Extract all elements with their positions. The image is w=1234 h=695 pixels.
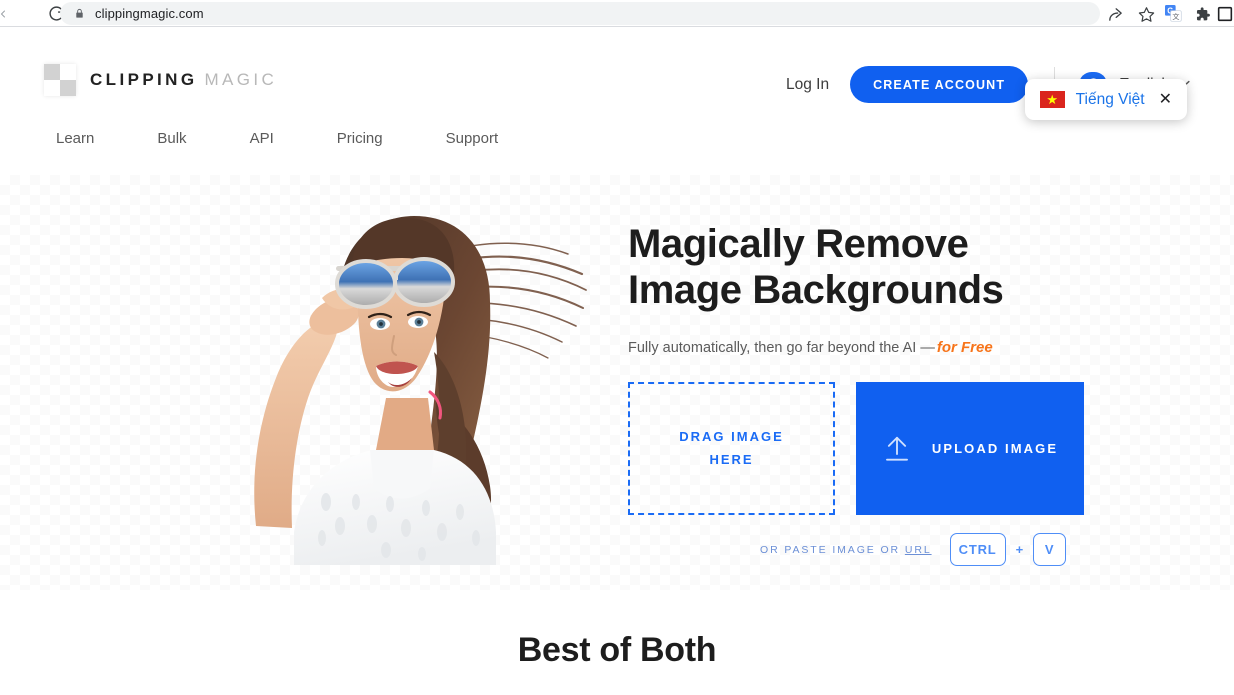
language-suggestion-popup: ★ Tiếng Việt ✕ (1024, 79, 1187, 120)
paste-instruction-row: OR PASTE IMAGE OR URL CTRL + V (760, 533, 1067, 566)
key-plus-separator: + (1015, 542, 1024, 557)
nav-item-bulk[interactable]: Bulk (141, 124, 202, 153)
hero-photo (254, 216, 587, 565)
log-in-link[interactable]: Log In (786, 76, 829, 94)
dropzone-label: DRAG IMAGE HERE (679, 428, 784, 467)
upload-image-button[interactable]: UPLOAD IMAGE (856, 382, 1084, 515)
google-translate-icon[interactable]: G 文 (1165, 5, 1182, 22)
upload-button-label: UPLOAD IMAGE (931, 441, 1059, 456)
url-text: clippingmagic.com (95, 6, 204, 21)
upload-arrow-icon (885, 436, 908, 461)
hero-subtitle-accent: for Free (936, 339, 993, 357)
checkerboard-logo-icon (44, 64, 76, 96)
hero-copy: Magically Remove Image Backgrounds Fully… (628, 222, 1098, 356)
back-arrow-glyph (1, 10, 5, 17)
key-ctrl[interactable]: CTRL (949, 533, 1006, 566)
logo-secondary-text: MAGIC (204, 70, 278, 89)
page-title: Magically Remove Image Backgrounds (628, 222, 1004, 312)
svg-text:文: 文 (1172, 12, 1179, 21)
url-bar[interactable]: clippingmagic.com (60, 2, 1100, 25)
nav-item-api[interactable]: API (234, 124, 290, 153)
puzzle-glyph (1196, 6, 1210, 20)
sidebar-panel-icon[interactable] (1215, 4, 1234, 24)
translate-glyph: G 文 (1165, 5, 1182, 22)
cta-row: DRAG IMAGE HERE UPLOAD IMAGE (628, 382, 1084, 515)
vietnam-flag-icon: ★ (1039, 91, 1065, 108)
popup-language-link[interactable]: Tiếng Việt (1076, 91, 1145, 109)
lock-icon (76, 8, 83, 18)
paste-instruction-text: OR PASTE IMAGE OR URL (760, 544, 932, 556)
drag-image-dropzone[interactable]: DRAG IMAGE HERE (628, 382, 835, 515)
main-nav: Learn Bulk API Pricing Support (40, 124, 545, 153)
sidebar-glyph (1217, 6, 1233, 22)
best-of-both-section: Best of Both (0, 590, 1234, 695)
flag-star-glyph: ★ (1046, 92, 1058, 107)
logo-primary-text: CLIPPING (90, 70, 198, 89)
star-glyph (1138, 6, 1154, 22)
bookmark-star-icon[interactable] (1136, 4, 1156, 24)
nav-item-pricing[interactable]: Pricing (321, 124, 399, 153)
close-icon[interactable]: ✕ (1159, 91, 1172, 108)
paste-text-plain: OR PASTE IMAGE OR (760, 543, 905, 556)
create-account-button[interactable]: CREATE ACCOUNT (850, 66, 1029, 103)
hero-subtitle-text: Fully automatically, then go far beyond … (628, 340, 935, 357)
browser-chrome: clippingmagic.com G 文 (0, 0, 1234, 27)
back-arrow-icon[interactable] (0, 0, 10, 27)
site-logo[interactable]: CLIPPING MAGIC (44, 64, 277, 96)
paste-url-link[interactable]: URL (905, 544, 932, 556)
logo-wordmark: CLIPPING MAGIC (90, 70, 277, 90)
hero-subtitle: Fully automatically, then go far beyond … (628, 339, 1098, 356)
key-v[interactable]: V (1033, 533, 1067, 566)
section-heading: Best of Both (517, 631, 717, 669)
share-glyph (1108, 7, 1122, 21)
hero-section: Magically Remove Image Backgrounds Fully… (0, 175, 1234, 590)
nav-item-support[interactable]: Support (430, 124, 515, 153)
nav-item-learn[interactable]: Learn (40, 124, 110, 153)
share-icon[interactable] (1105, 4, 1125, 24)
extensions-puzzle-icon[interactable] (1192, 4, 1212, 24)
